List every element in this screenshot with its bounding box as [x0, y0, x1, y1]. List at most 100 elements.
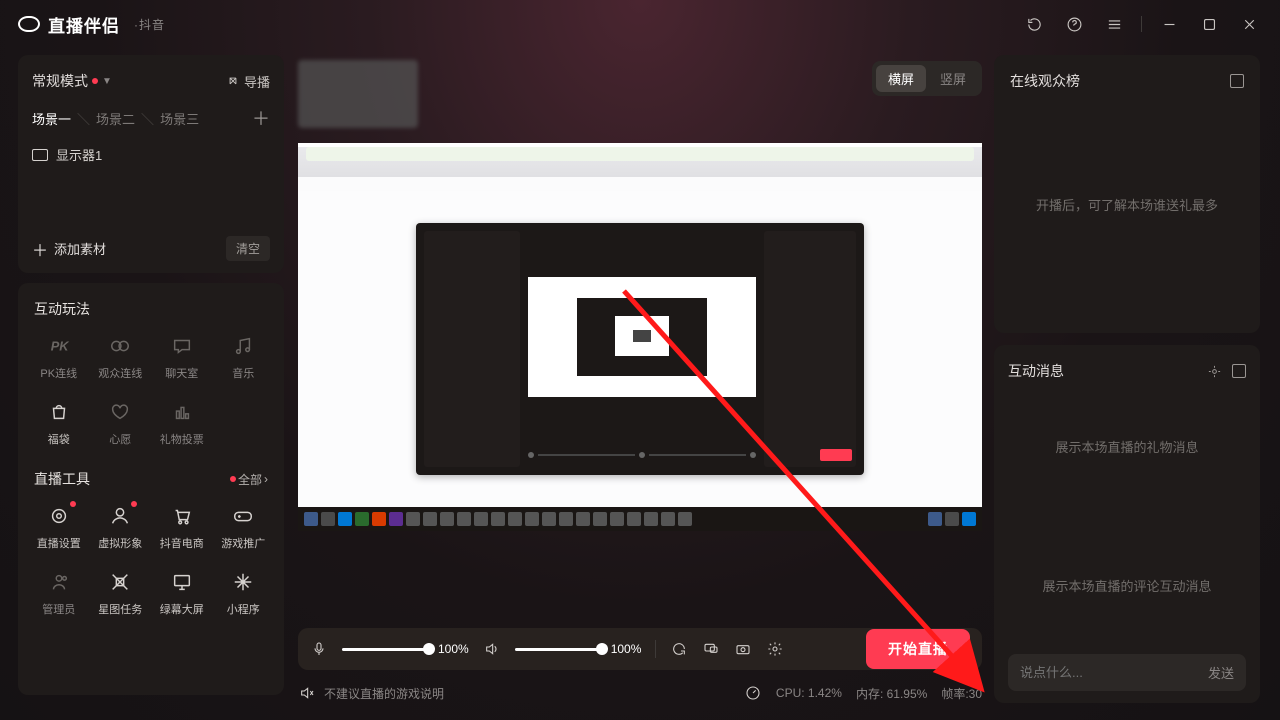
- tool-item-wish[interactable]: 心愿: [90, 399, 152, 447]
- add-scene-button[interactable]: ＋: [252, 105, 270, 131]
- director-button[interactable]: 导播: [226, 72, 270, 91]
- tool-item-star[interactable]: 星图任务: [90, 569, 152, 617]
- scene-tab-2[interactable]: 场景二: [96, 109, 135, 128]
- gauge-icon: [744, 684, 762, 702]
- tool-label: 音乐: [232, 365, 254, 381]
- tool-label: 管理员: [42, 601, 75, 617]
- star-icon: [107, 569, 133, 595]
- chevron-down-icon: ▼: [102, 76, 112, 87]
- tool-label: PK连线: [40, 365, 77, 381]
- landscape-button[interactable]: 横屏: [876, 65, 926, 92]
- source-item[interactable]: 显示器1: [32, 145, 270, 164]
- settings-icon[interactable]: [766, 640, 784, 658]
- maximize-button[interactable]: [1196, 11, 1222, 37]
- source-label: 显示器1: [56, 145, 102, 164]
- audience-rank-panel: 在线观众榜 开播后，可了解本场谁送礼最多: [994, 55, 1260, 333]
- admin-icon: [46, 569, 72, 595]
- fps-stat: 帧率:30: [941, 685, 982, 702]
- comment-msg-placeholder: 展示本场直播的评论互动消息: [1008, 576, 1246, 595]
- vote-icon: [169, 399, 195, 425]
- tools-section-title: 直播工具: [34, 469, 90, 489]
- clear-button[interactable]: 清空: [226, 236, 270, 261]
- scene-tab-3[interactable]: 场景三: [160, 109, 199, 128]
- scene-panel: 常规模式 ▼ 导播 场景一 ＼ 场景二 ＼ 场景三 ＋ 显示器1 ＋ 添加素材 …: [18, 55, 284, 273]
- messages-panel: 互动消息 展示本场直播的礼物消息 展示本场直播的评论互动消息 发送: [994, 345, 1260, 703]
- gamepad-icon: [230, 503, 256, 529]
- music-icon: [230, 333, 256, 359]
- tool-item-bag[interactable]: 福袋: [28, 399, 90, 447]
- interactive-section-title: 互动玩法: [28, 299, 274, 319]
- tool-item-avatar[interactable]: 虚拟形象: [90, 503, 152, 551]
- tool-item-chat[interactable]: 聊天室: [151, 333, 213, 381]
- mode-label: 常规模式: [32, 71, 88, 91]
- chat-icon: [169, 333, 195, 359]
- tool-label: 虚拟形象: [98, 535, 142, 551]
- spark-icon: [230, 569, 256, 595]
- avatar-icon: [107, 503, 133, 529]
- speaker-icon[interactable]: [483, 640, 501, 658]
- minimize-button[interactable]: [1156, 11, 1182, 37]
- all-tools-link[interactable]: 全部 ›: [230, 471, 268, 488]
- chat-input-row: 发送: [1008, 654, 1246, 691]
- mic-icon[interactable]: [310, 640, 328, 658]
- tool-item-vote[interactable]: 礼物投票: [151, 399, 213, 447]
- tool-label: 观众连线: [98, 365, 142, 381]
- game-warning-link[interactable]: 不建议直播的游戏说明: [324, 685, 444, 702]
- help-icon[interactable]: [1061, 11, 1087, 37]
- cart-icon: [169, 503, 195, 529]
- mem-stat: 内存: 61.95%: [856, 685, 927, 702]
- add-source-button[interactable]: ＋ 添加素材: [32, 237, 106, 261]
- director-label: 导播: [244, 72, 270, 91]
- popout-icon[interactable]: [1230, 74, 1244, 88]
- tool-item-screen[interactable]: 绿幕大屏: [151, 569, 213, 617]
- tool-item-cart[interactable]: 抖音电商: [151, 503, 213, 551]
- camera-icon[interactable]: [734, 640, 752, 658]
- mode-dot-icon: [92, 78, 98, 84]
- tool-label: 小程序: [227, 601, 260, 617]
- screen-icon: [169, 569, 195, 595]
- tool-item-link[interactable]: 观众连线: [90, 333, 152, 381]
- mic-slider[interactable]: 100%: [342, 642, 469, 656]
- monitor-icon: [32, 149, 48, 161]
- tool-item-settings[interactable]: 直播设置: [28, 503, 90, 551]
- tool-label: 心愿: [109, 431, 131, 447]
- tool-item-music[interactable]: 音乐: [213, 333, 275, 381]
- notification-dot-icon: [70, 501, 76, 507]
- status-bar: 不建议直播的游戏说明 CPU: 1.42% 内存: 61.95% 帧率:30: [298, 678, 982, 708]
- tool-label: 直播设置: [37, 535, 81, 551]
- refresh-icon[interactable]: [1021, 11, 1047, 37]
- bag-icon: [46, 399, 72, 425]
- tool-label: 抖音电商: [160, 535, 204, 551]
- audience-rank-title: 在线观众榜: [1010, 71, 1080, 91]
- mic-percent: 100%: [438, 642, 469, 656]
- tool-item-spark[interactable]: 小程序: [213, 569, 275, 617]
- send-button[interactable]: 发送: [1208, 663, 1234, 682]
- chevron-right-icon: ›: [264, 472, 268, 486]
- close-button[interactable]: [1236, 11, 1262, 37]
- tool-item-gamepad[interactable]: 游戏推广: [213, 503, 275, 551]
- chat-input[interactable]: [1020, 665, 1200, 680]
- control-bar: 100% 100% 开始直播: [298, 628, 982, 670]
- scene-tab-1[interactable]: 场景一: [32, 109, 71, 128]
- mode-selector[interactable]: 常规模式 ▼: [32, 71, 112, 91]
- tool-label: 福袋: [48, 431, 70, 447]
- popout-icon[interactable]: [1232, 364, 1246, 378]
- settings-icon: [46, 503, 72, 529]
- notification-dot-icon: [131, 501, 137, 507]
- tool-item-pk[interactable]: PKPK连线: [28, 333, 90, 381]
- sync-icon[interactable]: [670, 640, 688, 658]
- start-stream-button[interactable]: 开始直播: [866, 629, 970, 669]
- orientation-toggle: 横屏 竖屏: [872, 61, 982, 96]
- mute-warn-icon: [298, 684, 316, 702]
- speaker-slider[interactable]: 100%: [515, 642, 642, 656]
- tools-dot-icon: [230, 476, 236, 482]
- screen-capture[interactable]: [298, 143, 982, 531]
- menu-icon[interactable]: [1101, 11, 1127, 37]
- tool-label: 游戏推广: [221, 535, 265, 551]
- tool-item-admin[interactable]: 管理员: [28, 569, 90, 617]
- cpu-stat: CPU: 1.42%: [776, 686, 842, 700]
- portrait-button[interactable]: 竖屏: [928, 65, 978, 92]
- msg-settings-icon[interactable]: [1207, 364, 1222, 379]
- screen-share-icon[interactable]: [702, 640, 720, 658]
- link-icon: [107, 333, 133, 359]
